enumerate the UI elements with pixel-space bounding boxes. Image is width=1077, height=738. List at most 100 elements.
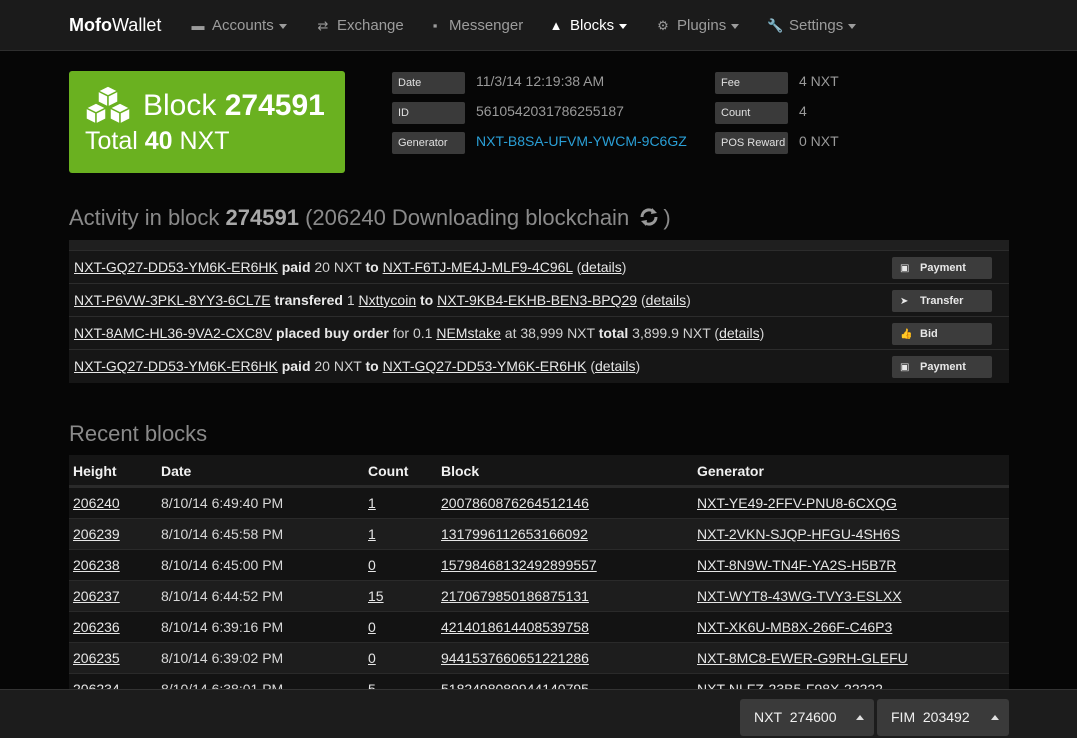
chevron-down-icon	[278, 23, 287, 29]
count-link[interactable]: 0	[368, 619, 376, 635]
fee-label: Fee	[715, 72, 788, 94]
generator-link[interactable]: NXT-2VKN-SJQP-HFGU-4SH6S	[697, 526, 900, 542]
details-link[interactable]: details	[595, 358, 635, 374]
block-title: Block 274591	[143, 89, 325, 122]
block-id-link[interactable]: 15798468132492899557	[441, 557, 597, 573]
pos-reward-value: 0 NXT	[799, 133, 839, 149]
count-link[interactable]: 15	[368, 588, 384, 604]
date-cell: 8/10/14 6:45:00 PM	[161, 557, 284, 573]
brand-logo[interactable]: MofoWallet	[69, 15, 161, 36]
account-link[interactable]: NXT-P6VW-3PKL-8YY3-6CL7E	[74, 292, 271, 308]
details-link[interactable]: details	[581, 259, 621, 275]
column-header[interactable]: Count	[368, 463, 408, 479]
chevron-down-icon	[619, 23, 628, 29]
date-cell: 8/10/14 6:45:58 PM	[161, 526, 284, 542]
block-id-link[interactable]: 2007860876264512146	[441, 495, 589, 511]
date-cell: 8/10/14 6:39:02 PM	[161, 650, 284, 666]
navbar: MofoWallet ▬ Accounts ⇄ Exchange ▪ Messenge…	[0, 0, 1077, 51]
height-link[interactable]: 206237	[73, 588, 120, 604]
column-header[interactable]: Block	[441, 463, 479, 479]
block-id-link[interactable]: 2170679850186875131	[441, 588, 589, 604]
column-header[interactable]: Height	[73, 463, 117, 479]
send-icon: ➤	[900, 296, 909, 307]
nav-blocks[interactable]: ▲ Blocks	[548, 17, 628, 34]
table-row: 206238 8/10/14 6:45:00 PM 0 157984681324…	[69, 549, 1009, 580]
height-link[interactable]: 206238	[73, 557, 120, 573]
id-label: ID	[392, 102, 465, 124]
asset-link[interactable]: Nxttycoin	[359, 292, 417, 308]
generator-link[interactable]: NXT-8MC8-EWER-G9RH-GLEFU	[697, 650, 908, 666]
activity-row: NXT-P6VW-3PKL-8YY3-6CL7E transfered 1 Nx…	[69, 283, 1009, 316]
table-row: 206239 8/10/14 6:45:58 PM 1 131799611265…	[69, 518, 1009, 549]
account-link[interactable]: NXT-GQ27-DD53-YM6K-ER6HK	[383, 358, 587, 374]
date-label: Date	[392, 72, 465, 94]
column-header[interactable]: Date	[161, 463, 191, 479]
details-link[interactable]: details	[646, 292, 686, 308]
activity-heading: Activity in block 274591 (206240 Downloa…	[69, 205, 671, 230]
refresh-icon[interactable]	[637, 205, 661, 229]
caret-up-icon	[856, 715, 864, 720]
nav-plugins[interactable]: ⚙ Plugins	[655, 17, 740, 34]
chevron-down-icon	[848, 23, 857, 29]
id-value: 5610542031786255187	[476, 103, 624, 119]
activity-list: NXT-GQ27-DD53-YM6K-ER6HK paid 20 NXT to …	[69, 240, 1009, 383]
fee-value: 4 NXT	[799, 73, 839, 89]
nav-exchange[interactable]: ⇄ Exchange	[315, 17, 404, 34]
generator-link[interactable]: NXT-8N9W-TN4F-YA2S-H5B7R	[697, 557, 896, 573]
date-cell: 8/10/14 6:39:16 PM	[161, 619, 284, 635]
height-link[interactable]: 206235	[73, 650, 120, 666]
block-id-link[interactable]: 4214018614408539758	[441, 619, 589, 635]
generator-link[interactable]: NXT-XK6U-MB8X-266F-C46P3	[697, 619, 892, 635]
nav-accounts[interactable]: ▬ Accounts	[190, 17, 287, 34]
nav-settings[interactable]: 🔧 Settings	[767, 17, 857, 34]
transfer-badge[interactable]: ➤ Transfer	[892, 290, 992, 312]
count-link[interactable]: 1	[368, 495, 376, 511]
count-link[interactable]: 0	[368, 650, 376, 666]
height-link[interactable]: 206240	[73, 495, 120, 511]
count-link[interactable]: 1	[368, 526, 376, 542]
nav-messenger[interactable]: ▪ Messenger	[427, 17, 524, 34]
gear-icon: ⚙	[657, 18, 669, 33]
caret-up-icon	[991, 715, 999, 720]
money-icon: ▣	[900, 263, 910, 274]
thumbs-up-icon: 👍	[900, 329, 913, 340]
asset-link[interactable]: NEMstake	[436, 325, 501, 341]
account-link[interactable]: NXT-9KB4-EKHB-BEN3-BPQ29	[437, 292, 637, 308]
account-link[interactable]: NXT-GQ27-DD53-YM6K-ER6HK	[74, 358, 278, 374]
generator-link[interactable]: NXT-B8SA-UFVM-YWCM-9C6GZ	[476, 133, 687, 149]
generator-label: Generator	[392, 132, 465, 154]
activity-row: NXT-GQ27-DD53-YM6K-ER6HK paid 20 NXT to …	[69, 349, 1009, 382]
count-label: Count	[715, 102, 788, 124]
comment-icon: ▪	[432, 18, 438, 33]
details-link[interactable]: details	[719, 325, 759, 341]
date-value: 11/3/14 12:19:38 AM	[476, 73, 605, 89]
height-link[interactable]: 206239	[73, 526, 120, 542]
block-banner: Block 274591 Total 40 NXT	[69, 71, 345, 173]
column-header[interactable]: Generator	[697, 463, 764, 479]
payment-badge[interactable]: ▣ Payment	[892, 257, 992, 279]
table-row: 206240 8/10/14 6:49:40 PM 1 200786087626…	[69, 487, 1009, 518]
account-link[interactable]: NXT-GQ27-DD53-YM6K-ER6HK	[74, 259, 278, 275]
payment-badge[interactable]: ▣ Payment	[892, 356, 992, 378]
nxt-chain-button[interactable]: NXT 274600	[740, 699, 874, 736]
road-icon: ▲	[549, 18, 563, 33]
block-id-link[interactable]: 1317996112653166092	[441, 526, 588, 542]
block-id-link[interactable]: 9441537660651221286	[441, 650, 589, 666]
height-link[interactable]: 206236	[73, 619, 120, 635]
chevron-down-icon	[731, 23, 740, 29]
table-row: 206235 8/10/14 6:39:02 PM 0 944153766065…	[69, 642, 1009, 673]
count-value: 4	[799, 103, 807, 119]
generator-link[interactable]: NXT-WYT8-43WG-TVY3-ESLXX	[697, 588, 902, 604]
account-link[interactable]: NXT-8AMC-HL36-9VA2-CXC8V	[74, 325, 272, 341]
table-row: 206236 8/10/14 6:39:16 PM 0 421401861440…	[69, 611, 1009, 642]
wrench-icon: 🔧	[767, 18, 784, 33]
date-cell: 8/10/14 6:44:52 PM	[161, 588, 284, 604]
activity-row: NXT-GQ27-DD53-YM6K-ER6HK paid 20 NXT to …	[69, 250, 1009, 283]
cubes-icon	[84, 85, 132, 125]
generator-link[interactable]: NXT-YE49-2FFV-PNU8-6CXQG	[697, 495, 897, 511]
count-link[interactable]: 0	[368, 557, 376, 573]
fim-chain-button[interactable]: FIM 203492	[877, 699, 1009, 736]
bid-badge[interactable]: 👍 Bid	[892, 323, 992, 345]
activity-row: NXT-8AMC-HL36-9VA2-CXC8V placed buy orde…	[69, 316, 1009, 349]
account-link[interactable]: NXT-F6TJ-ME4J-MLF9-4C96L	[383, 259, 573, 275]
